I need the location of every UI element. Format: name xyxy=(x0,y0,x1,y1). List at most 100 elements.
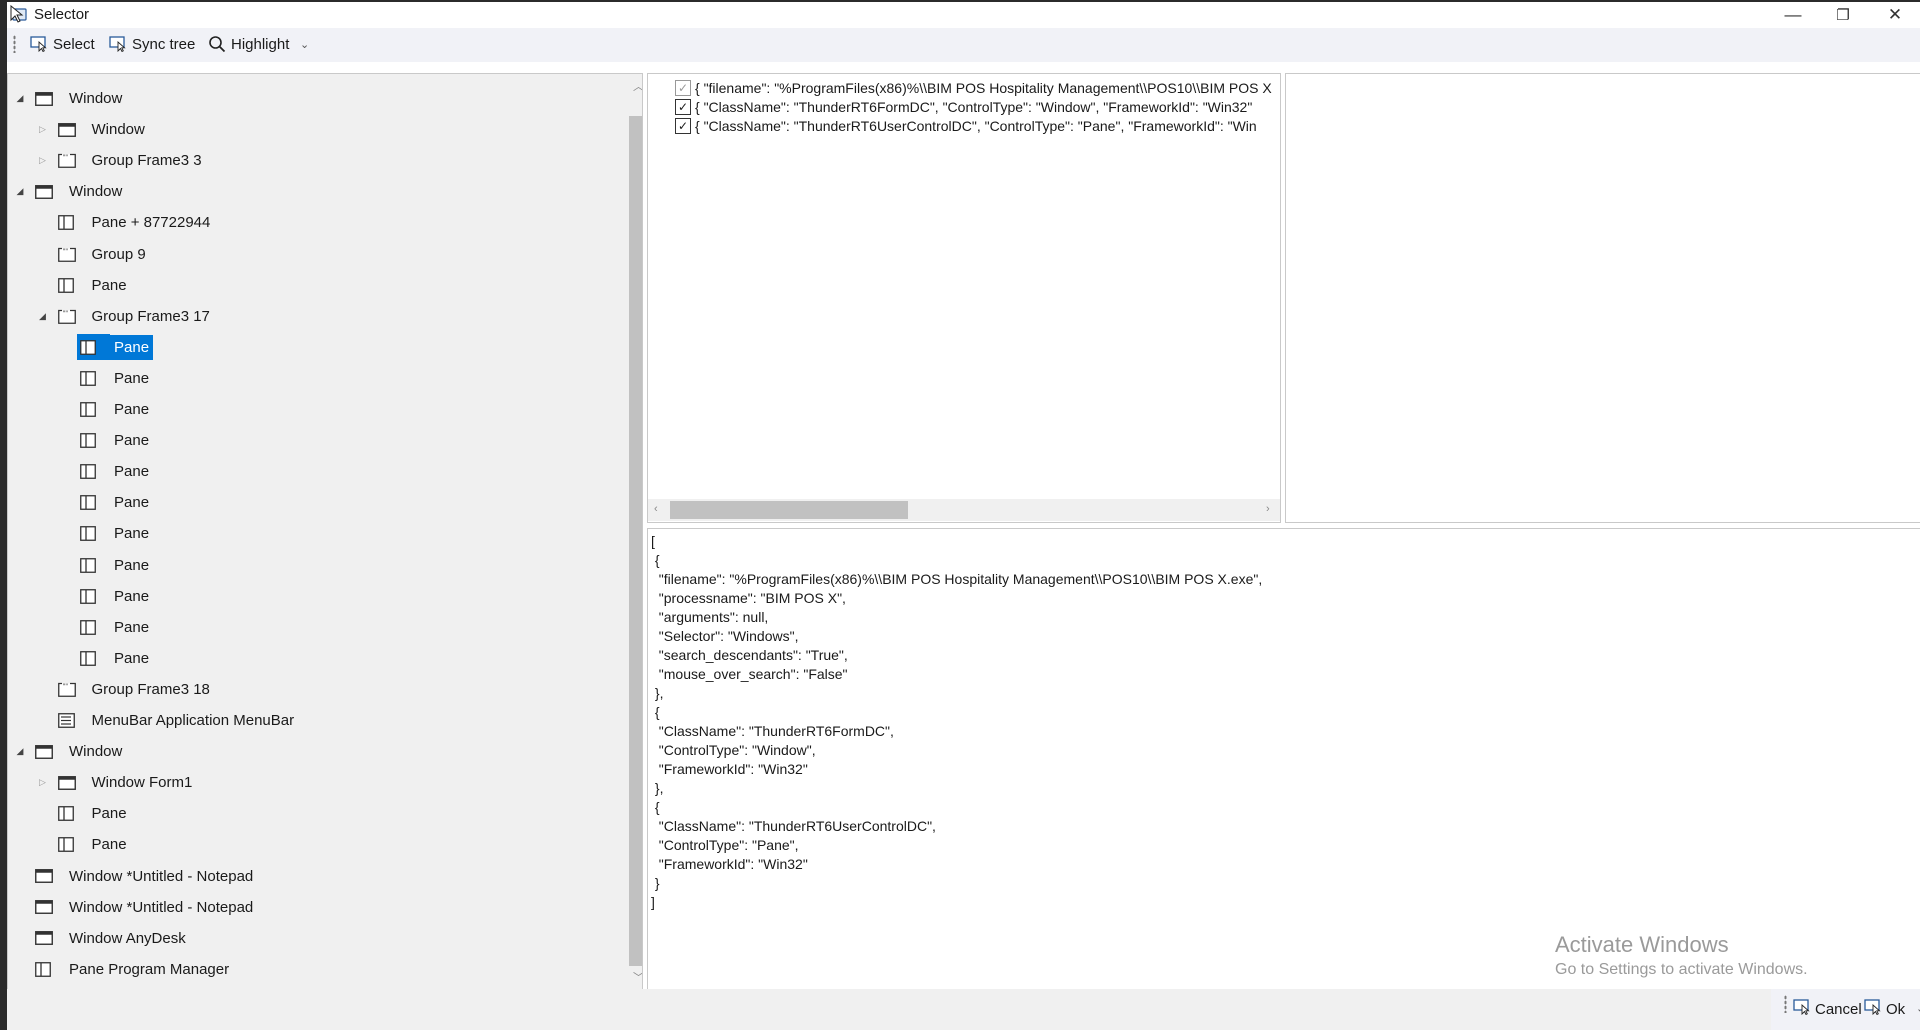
tree-node[interactable]: "" Group 9 xyxy=(36,239,150,270)
tree-node[interactable]: Pane xyxy=(58,612,153,643)
svg-text:"": "" xyxy=(62,154,68,161)
pane-icon xyxy=(57,277,76,293)
window-icon xyxy=(35,744,53,760)
tree-node[interactable]: "" Group Frame3 18 xyxy=(36,674,214,705)
selector-row-text: { "ClassName": "ThunderRT6UserControlDC"… xyxy=(695,118,1257,134)
tree-node[interactable]: Pane xyxy=(58,394,153,425)
ok-button[interactable]: Ok xyxy=(1864,997,1905,1021)
tree-node[interactable]: Pane xyxy=(58,363,153,394)
minimize-button[interactable]: — xyxy=(1768,2,1818,28)
highlight-button[interactable]: Highlight xyxy=(205,31,292,57)
tree-node[interactable]: Pane xyxy=(58,456,153,487)
selector-json-text[interactable]: [ { "filename": "%ProgramFiles(x86)%\\BI… xyxy=(651,532,1262,912)
pane-icon xyxy=(80,650,98,666)
tree-node[interactable]: Pane xyxy=(58,332,154,363)
selector-checkbox[interactable]: ✓ xyxy=(675,118,691,134)
collapsed-arrow-icon[interactable]: ▷ xyxy=(36,154,50,168)
tree-node[interactable]: ◢ Window xyxy=(13,176,126,207)
tree-node[interactable]: ▷ Window Form1 xyxy=(36,767,197,798)
tree-node-label: Pane xyxy=(114,649,150,667)
tree-node[interactable]: Pane xyxy=(58,550,153,581)
tree-node[interactable]: Pane xyxy=(58,518,153,549)
selector-checkbox[interactable]: ✓ xyxy=(675,80,691,96)
selector-row-text: { "filename": "%ProgramFiles(x86)%\\BIM … xyxy=(695,80,1272,96)
restore-button[interactable]: ❐ xyxy=(1818,2,1868,28)
tree-node[interactable]: Window *Untitled - Notepad xyxy=(13,861,257,892)
pane-icon xyxy=(80,495,98,511)
tree-node[interactable]: Window *Untitled - Notepad xyxy=(13,892,257,923)
tree-node[interactable]: ◢ "" Group Frame3 17 xyxy=(36,301,214,332)
tree-node[interactable]: Pane Program Manager xyxy=(13,954,233,985)
window-frame-left xyxy=(0,0,7,1030)
tree-node[interactable]: ◢ Window xyxy=(13,736,126,767)
activate-windows-hint: Go to Settings to activate Windows. xyxy=(1555,961,1808,978)
ok-cursor-icon xyxy=(1864,999,1882,1019)
tree-vertical-scrollbar[interactable]: ︿ ﹀ xyxy=(628,74,642,989)
tree-node[interactable]: Pane xyxy=(58,425,153,456)
tree-node[interactable]: ▷ "" Group Frame3 3 xyxy=(36,145,206,176)
expanded-arrow-icon[interactable]: ◢ xyxy=(36,309,50,323)
selector-row[interactable]: ✓{ "ClassName": "ThunderRT6UserControlDC… xyxy=(675,117,1257,135)
footer-grip-icon[interactable] xyxy=(1784,995,1787,1013)
tree-node[interactable]: Pane xyxy=(58,487,153,518)
scroll-left-arrow-icon[interactable]: ‹ xyxy=(654,503,658,515)
tree-node[interactable]: MenuBar Application MenuBar xyxy=(36,705,299,736)
scroll-up-arrow-icon[interactable]: ︿ xyxy=(633,78,642,94)
selector-horizontal-scrollbar[interactable]: ‹ › xyxy=(648,499,1280,521)
expanded-arrow-icon[interactable]: ◢ xyxy=(13,745,27,759)
selector-row[interactable]: ✓{ "ClassName": "ThunderRT6FormDC", "Con… xyxy=(675,98,1252,116)
ok-button-label: Ok xyxy=(1886,1000,1906,1018)
tree-scrollbar-thumb[interactable] xyxy=(629,116,642,966)
tree-node-label: Window xyxy=(91,121,145,139)
collapsed-arrow-icon[interactable]: ▷ xyxy=(36,776,50,790)
cancel-button[interactable]: Cancel xyxy=(1793,997,1862,1021)
tree-node[interactable]: Pane xyxy=(36,798,131,829)
scroll-down-arrow-icon[interactable]: ﹀ xyxy=(633,969,642,985)
pane-icon xyxy=(80,619,98,635)
footer-overflow-icon[interactable]: ⌄ xyxy=(1916,1004,1920,1015)
tree-node[interactable]: ▷ Window xyxy=(36,114,149,145)
tree-node-label: Group Frame3 18 xyxy=(91,680,210,698)
tree-node-label: Group Frame3 3 xyxy=(91,152,202,170)
tree-node-label: Pane xyxy=(114,369,150,387)
selector-checkbox[interactable]: ✓ xyxy=(675,99,691,115)
tree-node[interactable]: Pane + 87722944 xyxy=(36,207,215,238)
tree-node[interactable]: Pane xyxy=(58,581,153,612)
tree-node-label: Window AnyDesk xyxy=(69,929,186,947)
tree-node[interactable]: Window AnyDesk xyxy=(13,923,190,954)
tree-node-label: Window xyxy=(69,183,123,201)
toolbar: Select Sync tree Highlight ⌄ xyxy=(7,28,1920,62)
tree-node-label: Pane xyxy=(110,334,154,360)
sync-tree-button[interactable]: Sync tree xyxy=(106,31,198,57)
magnifier-icon xyxy=(208,35,226,53)
selector-scrollbar-thumb[interactable] xyxy=(670,501,908,519)
element-tree[interactable]: ◢ Window ▷ Window ▷ "" Group Frame3 3 ◢ Window Pa… xyxy=(7,73,643,990)
toolbar-grip-icon[interactable] xyxy=(13,35,16,53)
expanded-arrow-icon[interactable]: ◢ xyxy=(13,185,27,199)
select-button[interactable]: Select xyxy=(27,31,98,57)
close-button[interactable]: ✕ xyxy=(1870,2,1920,28)
group-icon: "" xyxy=(57,681,76,697)
collapsed-arrow-icon[interactable]: ▷ xyxy=(36,123,50,137)
tree-node-label: Pane xyxy=(114,494,150,512)
window-title: Selector xyxy=(34,6,90,23)
window-icon xyxy=(35,899,53,915)
tree-node[interactable]: ◢ Window xyxy=(13,83,126,114)
scroll-right-arrow-icon[interactable]: › xyxy=(1266,503,1270,515)
window-icon xyxy=(35,91,53,107)
expanded-arrow-icon[interactable]: ◢ xyxy=(13,92,27,106)
toolbar-overflow-icon[interactable]: ⌄ xyxy=(300,40,309,51)
selector-json-editor[interactable]: [ { "filename": "%ProgramFiles(x86)%\\BI… xyxy=(647,528,1920,990)
properties-panel[interactable] xyxy=(1285,73,1920,523)
tree-node[interactable]: Pane xyxy=(36,270,131,301)
selector-row[interactable]: ✓{ "filename": "%ProgramFiles(x86)%\\BIM… xyxy=(675,79,1272,97)
selector-list[interactable]: ✓{ "filename": "%ProgramFiles(x86)%\\BIM… xyxy=(647,73,1281,523)
tree-node[interactable]: Pane xyxy=(58,643,153,674)
tree-node[interactable]: Pane xyxy=(36,829,131,860)
